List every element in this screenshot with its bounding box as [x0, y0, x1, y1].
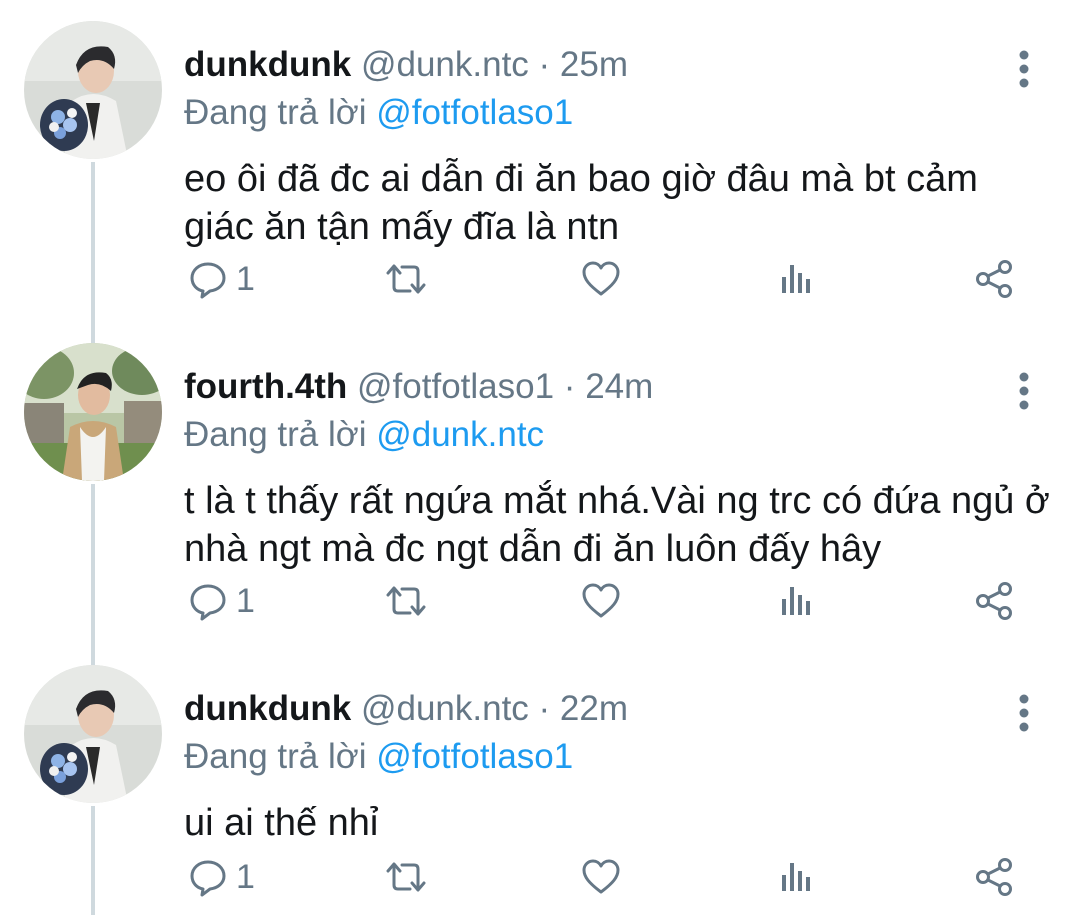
separator-dot: ·	[538, 689, 551, 728]
more-options-icon[interactable]	[1010, 47, 1038, 91]
share-icon	[976, 260, 1012, 298]
separator-dot: ·	[538, 45, 551, 84]
like-icon	[582, 583, 620, 618]
retweet-button[interactable]	[384, 579, 428, 623]
tweet-header: dunkdunk @dunk.ntc · 22m	[184, 687, 628, 731]
user-handle[interactable]: @dunk.ntc	[361, 45, 529, 84]
reply-icon	[190, 584, 226, 621]
tweet-actions: 1	[184, 257, 1034, 301]
retweet-icon	[386, 264, 426, 294]
avatar[interactable]	[24, 665, 162, 803]
replying-to-label: Đang trả lời	[184, 93, 367, 132]
reply-button[interactable]: 1	[188, 257, 255, 301]
mention-link[interactable]: @fotfotlaso1	[376, 93, 573, 132]
avatar[interactable]	[24, 21, 162, 159]
share-button[interactable]	[974, 579, 1016, 623]
more-options-icon[interactable]	[1010, 369, 1038, 413]
like-button[interactable]	[581, 579, 621, 623]
display-name[interactable]: dunkdunk	[184, 689, 351, 728]
analytics-button[interactable]	[779, 855, 815, 899]
reply-icon	[190, 262, 226, 299]
analytics-button[interactable]	[779, 257, 815, 301]
avatar[interactable]	[24, 343, 162, 481]
tweet-header: dunkdunk @dunk.ntc · 25m	[184, 43, 628, 87]
tweet-text: eo ôi đã đc ai dẫn đi ăn bao giờ đâu mà …	[184, 158, 978, 248]
reply-count: 1	[236, 857, 255, 896]
replying-to-label: Đang trả lời	[184, 415, 367, 454]
reply-icon	[190, 860, 226, 897]
reply-button[interactable]: 1	[188, 855, 255, 899]
mention-link[interactable]: @fotfotlaso1	[376, 737, 573, 776]
share-icon	[976, 858, 1012, 896]
timestamp[interactable]: 25m	[560, 45, 628, 84]
analytics-icon	[782, 265, 810, 293]
replying-to: Đang trả lời @dunk.ntc	[184, 413, 544, 457]
replying-to: Đang trả lời @fotfotlaso1	[184, 735, 573, 779]
replying-to-label: Đang trả lời	[184, 737, 367, 776]
tweet-text: t là t thấy rất ngứa mắt nhá.Vài ng trc …	[184, 480, 1050, 570]
tweet[interactable]: fourth.4th @fotfotlaso1 · 24m Đang trả l…	[0, 343, 1080, 643]
reply-count: 1	[236, 581, 255, 620]
user-handle[interactable]: @dunk.ntc	[361, 689, 529, 728]
separator-dot: ·	[563, 367, 576, 406]
retweet-button[interactable]	[384, 855, 428, 899]
tweet-actions: 1	[184, 579, 1034, 623]
analytics-icon	[782, 863, 810, 891]
like-button[interactable]	[581, 257, 621, 301]
display-name[interactable]: fourth.4th	[184, 367, 347, 406]
tweet[interactable]: dunkdunk @dunk.ntc · 22m Đang trả lời @f…	[0, 665, 1080, 915]
share-button[interactable]	[974, 855, 1016, 899]
more-options-icon[interactable]	[1010, 691, 1038, 735]
user-handle[interactable]: @fotfotlaso1	[357, 367, 554, 406]
like-icon	[582, 859, 620, 894]
like-icon	[582, 261, 620, 296]
tweet[interactable]: dunkdunk @dunk.ntc · 25m Đang trả lời @f…	[0, 21, 1080, 321]
timestamp[interactable]: 24m	[585, 367, 653, 406]
tweet-thread: dunkdunk @dunk.ntc · 25m Đang trả lời @f…	[0, 0, 1080, 915]
retweet-button[interactable]	[384, 257, 428, 301]
display-name[interactable]: dunkdunk	[184, 45, 351, 84]
like-button[interactable]	[581, 855, 621, 899]
tweet-actions: 1	[184, 855, 1034, 899]
tweet-text: ui ai thế nhỉ	[184, 802, 379, 844]
share-button[interactable]	[974, 257, 1016, 301]
mention-link[interactable]: @dunk.ntc	[376, 415, 544, 454]
retweet-icon	[386, 586, 426, 616]
reply-button[interactable]: 1	[188, 579, 255, 623]
replying-to: Đang trả lời @fotfotlaso1	[184, 91, 573, 135]
analytics-button[interactable]	[779, 579, 815, 623]
retweet-icon	[386, 862, 426, 892]
reply-count: 1	[236, 259, 255, 298]
tweet-header: fourth.4th @fotfotlaso1 · 24m	[184, 365, 653, 409]
timestamp[interactable]: 22m	[560, 689, 628, 728]
share-icon	[976, 582, 1012, 620]
analytics-icon	[782, 587, 810, 615]
